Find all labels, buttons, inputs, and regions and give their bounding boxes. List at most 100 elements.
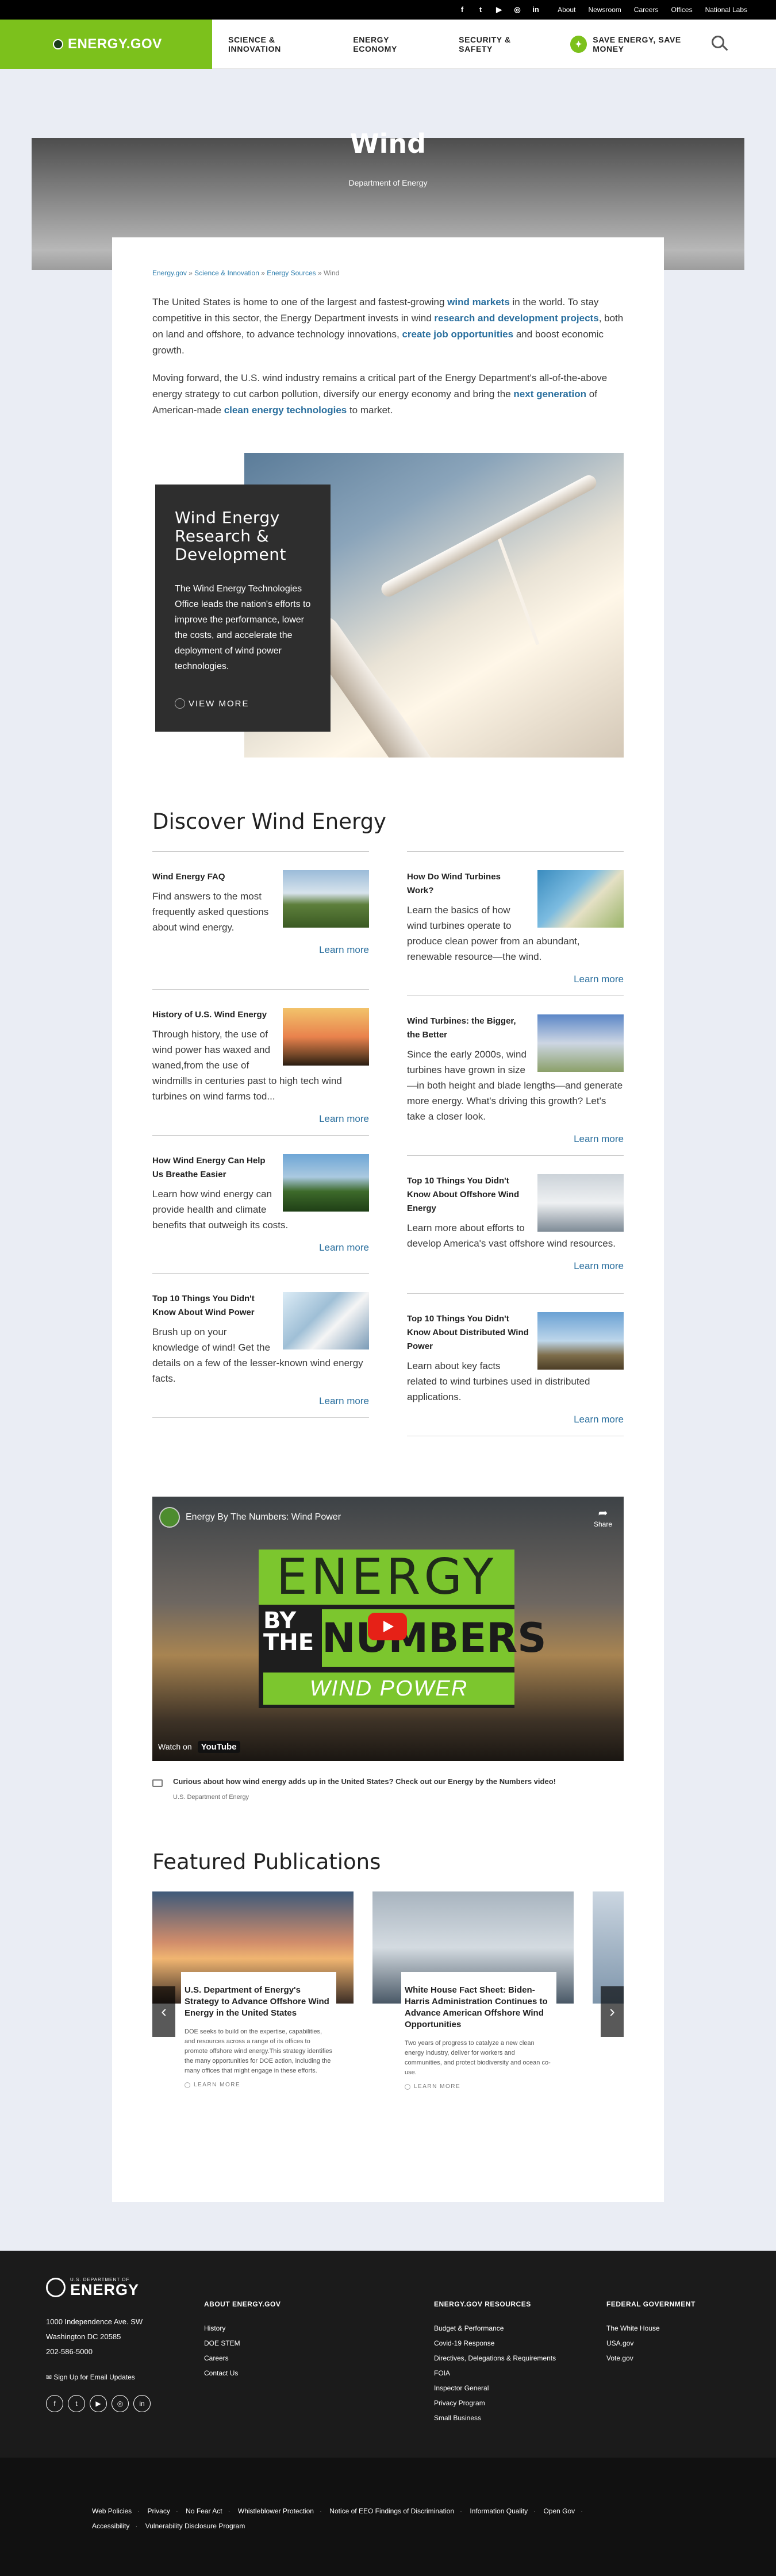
nav-energy-economy[interactable]: ENERGY ECONOMY (353, 35, 433, 53)
instagram-icon[interactable]: ◎ (112, 2395, 129, 2412)
learn-more-link[interactable]: Learn more (152, 1395, 369, 1407)
footer-legal-link[interactable]: Privacy (147, 2507, 170, 2515)
watch-on-label: Watch on (158, 1742, 192, 1751)
footer-logo[interactable]: U.S. DEPARTMENT OF ENERGY (46, 2277, 204, 2298)
learn-more-link[interactable]: Learn more (407, 974, 624, 985)
discover-item: History of U.S. Wind Energy Through hist… (152, 989, 369, 1135)
footer-col-about: ABOUT ENERGY.GOV History DOE STEM Career… (204, 2300, 434, 2458)
youtube-icon[interactable]: ▶ (90, 2395, 107, 2412)
publication-card[interactable]: U.S. Department of Energy's Strategy to … (152, 1891, 354, 2133)
linkedin-icon[interactable]: in (531, 5, 540, 14)
footer-legal-link[interactable]: Whistleblower Protection (238, 2507, 314, 2515)
link-wind-markets[interactable]: wind markets (447, 297, 510, 307)
footer-link[interactable]: Contact Us (204, 2366, 434, 2381)
learn-more-link[interactable]: Learn more (152, 1113, 369, 1125)
doe-seal-icon (53, 39, 63, 49)
publication-title[interactable]: U.S. Department of Energy's Strategy to … (185, 1985, 333, 2019)
publication-card[interactable]: White House Fact Sheet: Biden-Harris Adm… (372, 1891, 574, 2133)
youtube-video-player[interactable]: Energy By The Numbers: Wind Power ➦ Share… (152, 1497, 624, 1761)
twitter-icon[interactable]: t (476, 5, 485, 14)
breadcrumb-current: Wind (323, 269, 340, 277)
learn-more-link[interactable]: Learn more (407, 1133, 624, 1145)
link-clean-energy-tech[interactable]: clean energy technologies (224, 405, 347, 416)
link-job-opportunities[interactable]: create job opportunities (402, 329, 513, 340)
channel-avatar[interactable] (159, 1506, 180, 1528)
footer-legal-link[interactable]: Open Gov (543, 2507, 575, 2515)
footer-link[interactable]: USA.gov (606, 2336, 721, 2351)
thumbnail-image (537, 870, 624, 928)
footer-link[interactable]: Small Business (434, 2410, 606, 2425)
nav-save-energy[interactable]: ✦ SAVE ENERGY, SAVE MONEY (570, 35, 712, 53)
footer-link[interactable]: Directives, Delegations & Requirements (434, 2351, 606, 2366)
thumb-wind-power-text: WIND POWER (263, 1673, 514, 1705)
video-bottom-bar: Watch on YouTube (152, 1732, 624, 1761)
utility-link-offices[interactable]: Offices (671, 6, 692, 14)
thumbnail-image (537, 1312, 624, 1370)
learn-more-link[interactable]: Learn more (152, 1242, 369, 1254)
footer-legal-row-2: Accessibility · Vulnerability Disclosure … (92, 2522, 245, 2530)
footer-link[interactable]: The White House (606, 2321, 721, 2336)
footer-legal-link[interactable]: Vulnerability Disclosure Program (145, 2522, 245, 2530)
instagram-icon[interactable]: ◎ (513, 5, 522, 14)
nav-science-innovation[interactable]: SCIENCE & INNOVATION (228, 35, 328, 53)
footer-legal-link[interactable]: No Fear Act (186, 2507, 222, 2515)
footer-link[interactable]: Covid-19 Response (434, 2336, 606, 2351)
footer-legal-link[interactable]: Web Policies (92, 2507, 132, 2515)
page-subtitle: Department of Energy (348, 178, 428, 187)
discover-item: Top 10 Things You Didn't Know About Offs… (407, 1155, 624, 1293)
promo-box: Wind Energy Research & Development The W… (155, 485, 331, 732)
utility-link-careers[interactable]: Careers (634, 6, 659, 14)
share-button[interactable]: ➦ Share (594, 1506, 612, 1528)
carousel-prev-button[interactable]: ‹ (152, 1986, 175, 2037)
carousel-next-button[interactable]: › (601, 1986, 624, 2037)
link-next-generation[interactable]: next generation (513, 389, 586, 399)
breadcrumb-science[interactable]: Science & Innovation (194, 269, 259, 277)
publications-carousel: U.S. Department of Energy's Strategy to … (152, 1891, 624, 2133)
video-header: Energy By The Numbers: Wind Power ➦ Share (159, 1506, 612, 1528)
facebook-icon[interactable]: f (458, 5, 467, 14)
youtube-logo[interactable]: YouTube (197, 1740, 240, 1753)
youtube-icon[interactable]: ▶ (494, 5, 504, 14)
utility-link-national-labs[interactable]: National Labs (705, 6, 747, 14)
footer-link[interactable]: DOE STEM (204, 2336, 434, 2351)
footer-link[interactable]: Careers (204, 2351, 434, 2366)
footer-legal-link[interactable]: Notice of EEO Findings of Discrimination (329, 2507, 454, 2515)
footer-link[interactable]: Budget & Performance (434, 2321, 606, 2336)
promo-feature: Wind Energy Research & Development The W… (152, 453, 624, 758)
email-signup-link[interactable]: ✉ Sign Up for Email Updates (46, 2373, 204, 2381)
footer-legal-link[interactable]: Information Quality (470, 2507, 528, 2515)
footer-link[interactable]: Vote.gov (606, 2351, 721, 2366)
facebook-icon[interactable]: f (46, 2395, 63, 2412)
play-circle-icon (185, 2082, 190, 2088)
site-logo[interactable]: ENERGY.GOV (0, 19, 212, 69)
intro: The United States is home to one of the … (152, 294, 624, 418)
learn-more-link[interactable]: Learn more (152, 944, 369, 956)
utility-link-newsroom[interactable]: Newsroom (588, 6, 621, 14)
breadcrumb-energy-gov[interactable]: Energy.gov (152, 269, 187, 277)
footer-social: f t ▶ ◎ in (46, 2395, 204, 2412)
discover-section: Discover Wind Energy Wind Energy FAQ Fin… (152, 809, 624, 1436)
video-title[interactable]: Energy By The Numbers: Wind Power (186, 1512, 341, 1522)
search-icon[interactable] (712, 35, 729, 53)
learn-more-button[interactable]: LEARN MORE (405, 2083, 553, 2090)
link-rd-projects[interactable]: research and development projects (434, 313, 598, 324)
publication-title[interactable]: White House Fact Sheet: Biden-Harris Adm… (405, 1985, 553, 2031)
play-button[interactable] (368, 1613, 407, 1640)
learn-more-link[interactable]: Learn more (407, 1414, 624, 1425)
page-title: Wind (349, 128, 427, 159)
footer-address: 1000 Independence Ave. SW Washington DC … (46, 2317, 143, 2356)
footer-link[interactable]: Privacy Program (434, 2396, 606, 2410)
footer-link[interactable]: FOIA (434, 2366, 606, 2381)
twitter-icon[interactable]: t (68, 2395, 85, 2412)
utility-link-about[interactable]: About (558, 6, 575, 14)
breadcrumb-energy-sources[interactable]: Energy Sources (267, 269, 316, 277)
footer-link[interactable]: Inspector General (434, 2381, 606, 2396)
footer-link[interactable]: History (204, 2321, 434, 2336)
thumbnail-image (283, 1292, 369, 1349)
view-more-button[interactable]: VIEW MORE (175, 698, 249, 709)
footer-legal-link[interactable]: Accessibility (92, 2522, 129, 2530)
linkedin-icon[interactable]: in (133, 2395, 151, 2412)
learn-more-link[interactable]: Learn more (407, 1260, 624, 1272)
nav-security-safety[interactable]: SECURITY & SAFETY (459, 35, 545, 53)
learn-more-button[interactable]: LEARN MORE (185, 2082, 333, 2088)
